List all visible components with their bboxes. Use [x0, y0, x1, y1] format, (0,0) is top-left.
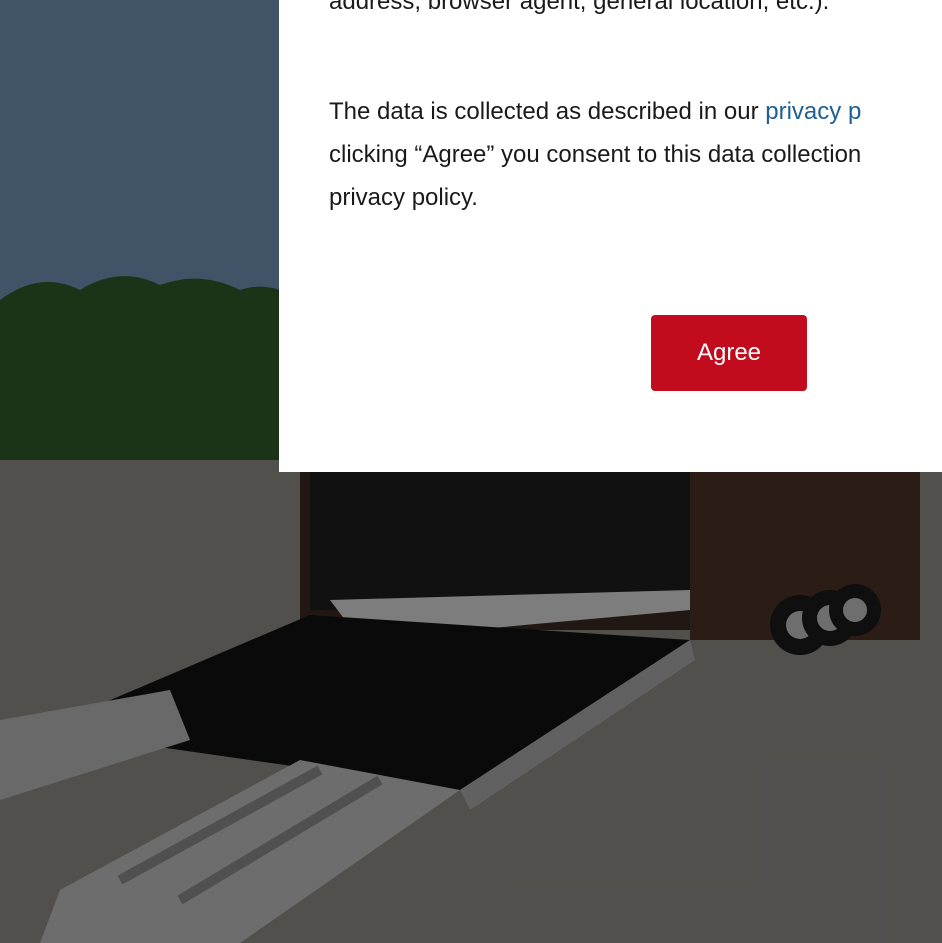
consent-privacy-text: The data is collected as described in ou… [329, 90, 942, 219]
consent-text-partial: address, browser agent, general location… [329, 0, 830, 15]
privacy-policy-link[interactable]: privacy p [765, 98, 861, 125]
privacy-suffix: clicking “Agree” you consent to this dat… [329, 141, 862, 211]
privacy-prefix: The data is collected as described in ou… [329, 98, 766, 125]
agree-button[interactable]: Agree [651, 315, 807, 391]
consent-dialog: address, browser agent, general location… [279, 0, 942, 472]
